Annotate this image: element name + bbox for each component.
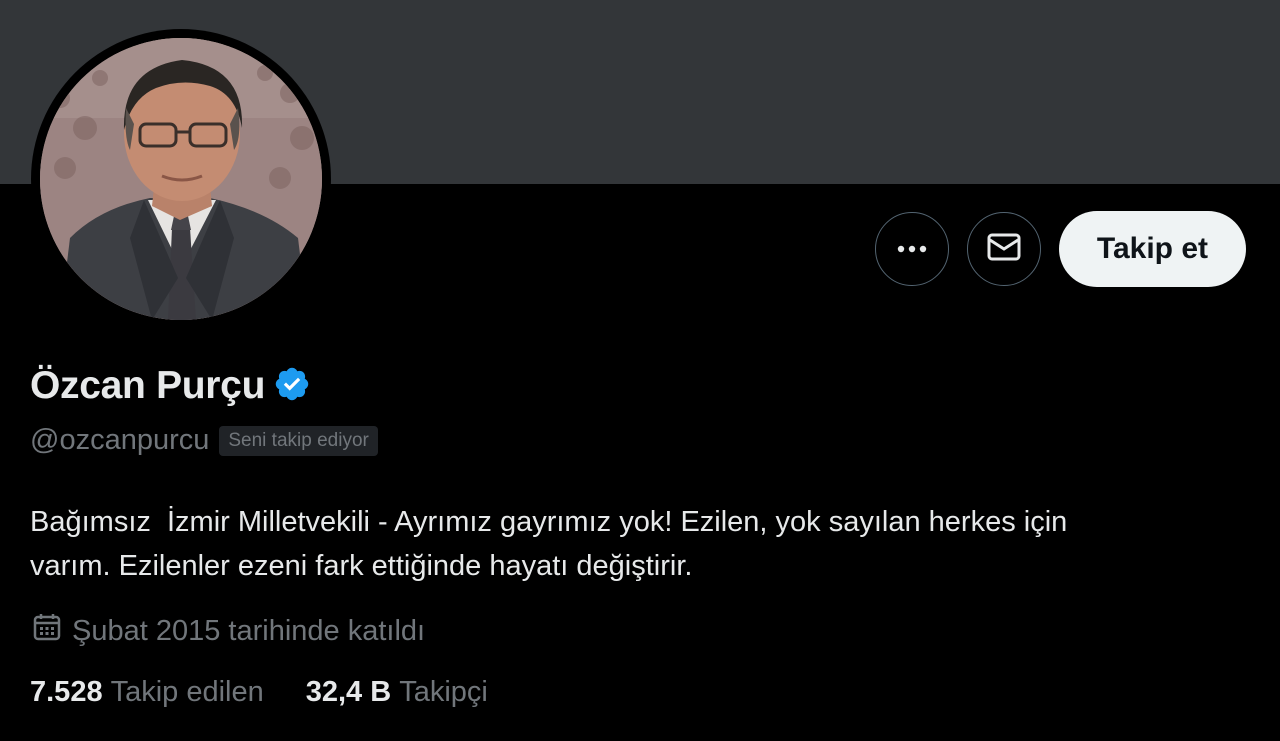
avatar[interactable] xyxy=(31,29,331,329)
user-handle: @ozcanpurcu xyxy=(30,424,210,456)
join-date-row: Şubat 2015 tarihinde katıldı xyxy=(32,612,425,650)
followers-count: 32,4 B xyxy=(305,676,392,708)
following-link[interactable]: 7.528 Takip edilen xyxy=(30,676,264,709)
calendar-icon xyxy=(32,612,62,650)
more-button[interactable] xyxy=(874,212,949,286)
verified-badge-icon[interactable] xyxy=(273,365,311,408)
followers-label: Takipçi xyxy=(399,676,488,708)
display-name: Özcan Purçu xyxy=(30,364,266,407)
followers-link[interactable]: 32,4 B Takipçi xyxy=(306,676,488,709)
profile-name-row: Özcan Purçu xyxy=(30,364,311,408)
follow-button[interactable]: Takip et xyxy=(1058,211,1246,287)
handle-row: @ozcanpurcu Seni takip ediyor xyxy=(30,424,378,457)
profile-bio: Bağımsız İzmir Milletvekili - Ayrımız ga… xyxy=(30,506,1068,582)
envelope-icon xyxy=(987,232,1021,267)
join-date-text: Şubat 2015 tarihinde katıldı xyxy=(72,614,426,647)
avatar-photo xyxy=(40,38,322,320)
following-count: 7.528 xyxy=(30,676,103,708)
more-icon xyxy=(897,240,927,258)
following-label: Takip edilen xyxy=(110,676,264,708)
follows-you-badge: Seni takip ediyor xyxy=(219,425,378,456)
follow-stats: 7.528 Takip edilen 32,4 B Takipçi xyxy=(30,676,530,709)
profile-actions: Takip et xyxy=(874,210,1246,288)
message-button[interactable] xyxy=(966,212,1041,286)
